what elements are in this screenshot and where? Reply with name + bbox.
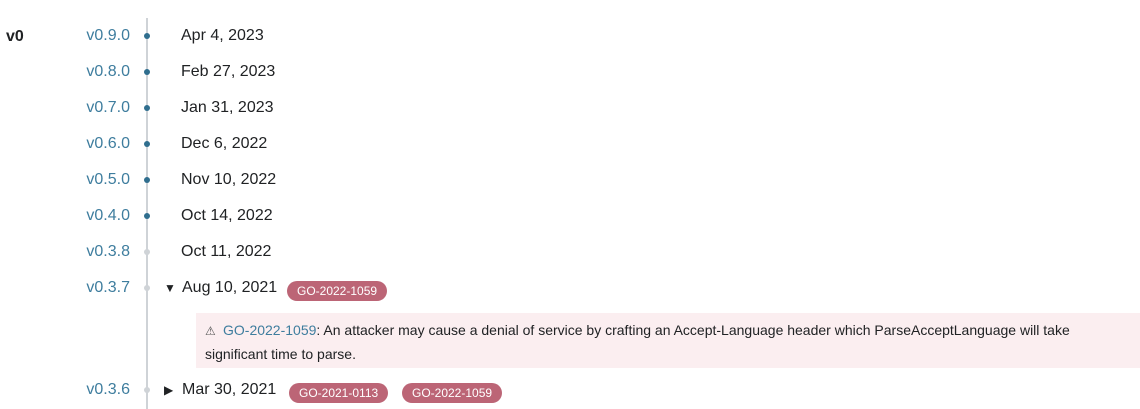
timeline-dot	[144, 213, 150, 219]
version-link[interactable]: v0.3.8	[86, 243, 130, 261]
vuln-badge: GO-2021-0113	[289, 383, 389, 403]
timeline-dot	[144, 249, 150, 255]
version-link[interactable]: v0.6.0	[86, 135, 130, 153]
version-date: Oct 11, 2022	[181, 243, 272, 260]
vuln-id-link[interactable]: GO-2022-1059	[223, 322, 316, 338]
vuln-description: : An attacker may cause a denial of serv…	[205, 322, 1070, 362]
timeline-dot	[144, 69, 150, 75]
timeline-dot	[144, 387, 150, 393]
timeline-dot	[144, 33, 150, 39]
timeline-dot	[144, 105, 150, 111]
timeline-dot	[144, 141, 150, 147]
version-date[interactable]: Aug 10, 2021	[182, 279, 277, 297]
version-row: v0.3.7 ▼ Aug 10, 2021 GO-2022-1059	[0, 274, 1140, 302]
version-date: Feb 27, 2023	[181, 63, 276, 80]
version-row: v0.8.0 Feb 27, 2023	[0, 58, 1140, 86]
version-row: v0.3.8 Oct 11, 2022	[0, 238, 1140, 266]
vuln-badge: GO-2022-1059	[287, 281, 388, 301]
version-date: Nov 10, 2022	[181, 171, 277, 188]
version-row: v0.5.0 Nov 10, 2022	[0, 166, 1140, 194]
expand-toggle-icon[interactable]: ▼	[164, 281, 176, 295]
version-link[interactable]: v0.5.0	[86, 171, 130, 189]
version-date: Oct 14, 2022	[181, 207, 273, 224]
version-link[interactable]: v0.8.0	[86, 63, 130, 81]
version-link[interactable]: v0.3.7	[86, 279, 130, 297]
version-row: v0.6.0 Dec 6, 2022	[0, 130, 1140, 158]
version-row: v0.3.6 ▶ Mar 30, 2021 GO-2021-0113 GO-20…	[0, 376, 1140, 404]
timeline-dot	[144, 285, 150, 291]
version-date: Dec 6, 2022	[181, 135, 268, 152]
version-link[interactable]: v0.3.6	[86, 381, 130, 399]
warning-icon: ⚠	[205, 324, 216, 338]
version-date: Apr 4, 2023	[181, 27, 264, 44]
version-date: Jan 31, 2023	[181, 99, 274, 116]
version-row: v0.4.0 Oct 14, 2022	[0, 202, 1140, 230]
version-date[interactable]: Mar 30, 2021	[182, 381, 276, 399]
collapse-toggle-icon[interactable]: ▶	[164, 383, 173, 397]
version-link[interactable]: v0.7.0	[86, 99, 130, 117]
vulnerability-detail: ⚠ GO-2022-1059: An attacker may cause a d…	[196, 313, 1140, 368]
timeline-dot	[144, 177, 150, 183]
version-link[interactable]: v0.9.0	[86, 27, 130, 45]
version-row: v0.7.0 Jan 31, 2023	[0, 94, 1140, 122]
vuln-badge: GO-2022-1059	[402, 383, 503, 403]
version-row: v0.9.0 Apr 4, 2023	[0, 22, 1140, 50]
version-link[interactable]: v0.4.0	[86, 207, 130, 225]
